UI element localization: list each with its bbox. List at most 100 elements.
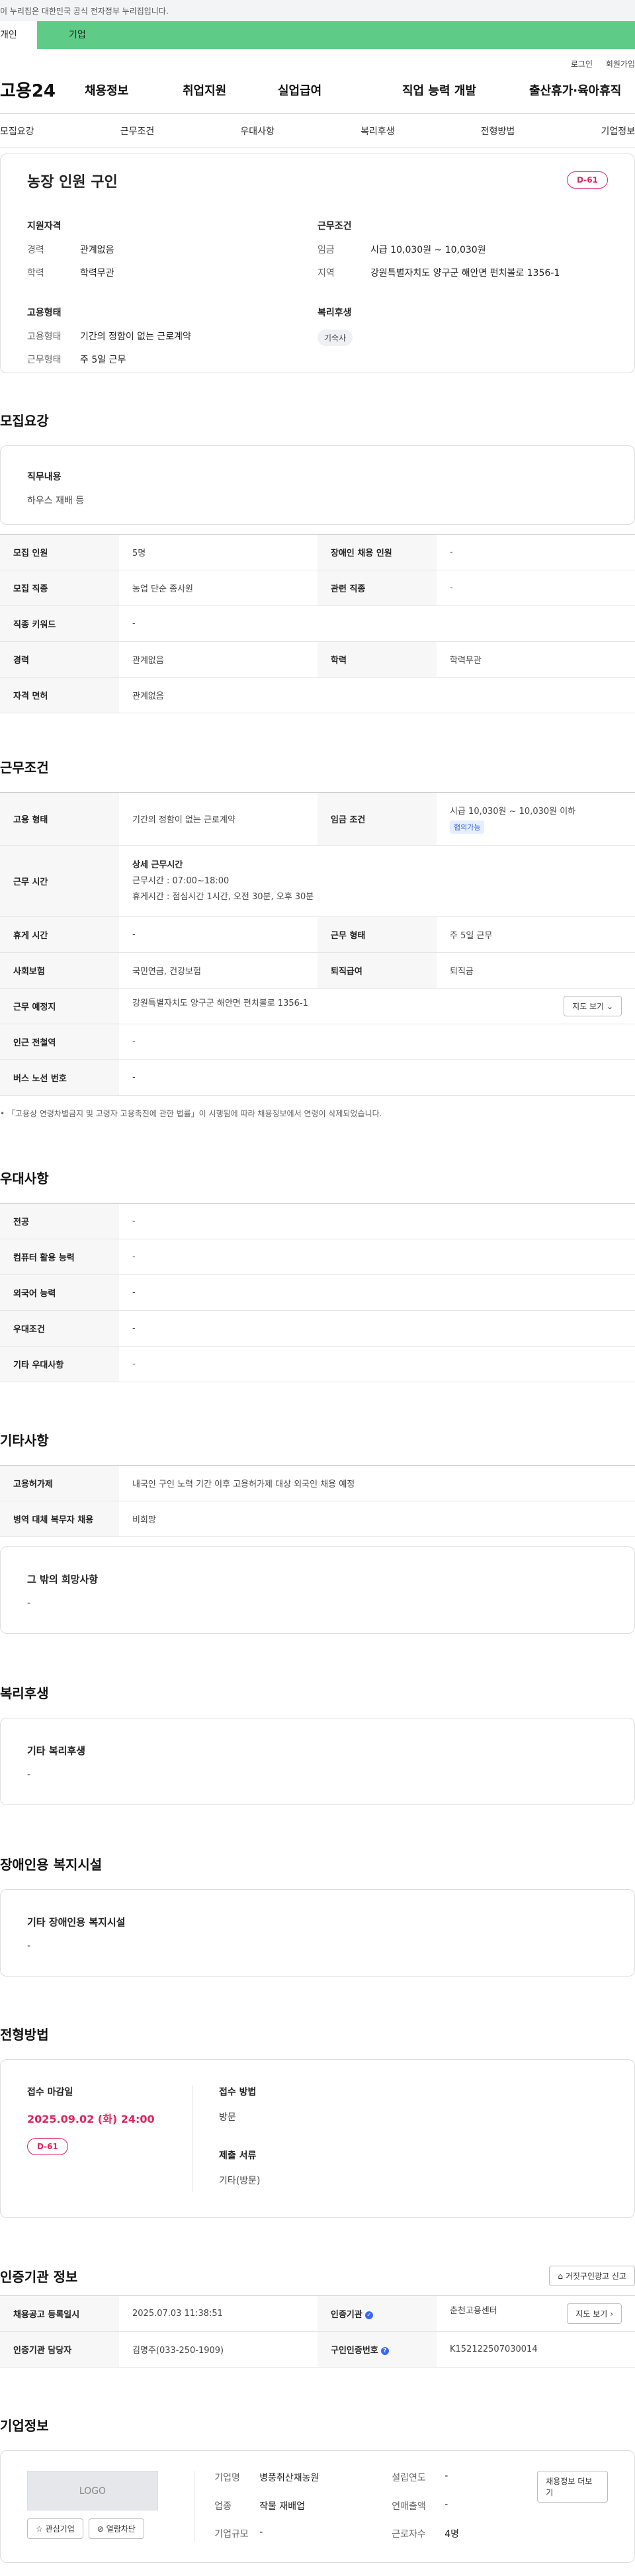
gnb-item-skills[interactable]: 직업 능력 개발 [402,81,529,99]
hours-title: 상세 근무시간 [132,860,183,870]
th: 근무 예정지 [0,988,119,1024]
info-icon[interactable]: ? [380,2346,389,2355]
cond-heading: 근무조건 [318,221,352,232]
table-row: 병역 대체 복무자 채용 비희망 [0,1501,635,1537]
tab-personal[interactable]: 개인 [0,21,37,49]
chevron-right-icon: › [610,2309,613,2319]
th: 컴퓨터 활용 능력 [0,1239,119,1275]
label: 근무형태 [27,355,62,365]
td: 춘천고용센터 지도 보기 › [437,2295,635,2332]
wage-value: 시급 10,030원 ~ 10,030원 이하 [450,807,576,817]
td: 퇴직금 [437,952,635,989]
section-title-etc: 기타사항 [0,1433,49,1448]
company-card: LOGO ☆ 관심기업 ⊘ 열람차단 기업명 병풍취산채농원 설립연도 - 업종 작물… [0,2450,635,2563]
dday-badge: D-61 [567,171,608,189]
label: 설립연도 [392,2473,426,2483]
place-value: 강원특별자치도 양구군 해안면 펀치볼로 1356-1 [132,999,308,1008]
info-icon[interactable]: ✓ [364,2311,373,2319]
anchor-selection[interactable]: 전형방법 [481,124,515,138]
agency-map-button[interactable]: 지도 보기 › [567,2303,622,2324]
value: 주 5일 근무 [80,355,126,365]
anchor-company[interactable]: 기업정보 [601,124,635,138]
table-row: 자격 면허 관계없음 [0,677,635,713]
td: 상세 근무시간 근무시간 : 07:00~18:00 휴게시간 : 점심시간 1… [119,845,635,917]
site-logo[interactable]: 고용24 [0,77,85,102]
welfare-heading: 복리후생 [318,308,352,318]
agency-table: 채용공고 등록일시 2025.07.03 11:38:51 인증기관 ✓ 춘천고용센… [0,2295,635,2368]
block-view-button[interactable]: ⊘ 열람차단 [88,2518,144,2539]
td: 농업 단순 종사원 [119,570,318,606]
anchor-recruit[interactable]: 모집요강 [0,124,34,138]
table-row: 모집 인원 5명 장애인 채용 인원 - [0,534,635,570]
work-table: 고용 형태 기간의 정함이 없는 근로계약 임금 조건 시급 10,030원 ~ … [0,792,635,1096]
td: - [437,534,635,570]
section-title-apply: 전형방법 [0,2027,49,2043]
company-jobs-button[interactable]: 채용정보 더보기 [537,2471,608,2503]
td: - [119,1274,635,1311]
gnb-item-jobs[interactable]: 채용정보 [85,81,183,99]
th: 경력 [0,641,119,678]
td: 시급 10,030원 ~ 10,030원 이하 협의가능 [437,792,635,846]
label: 기업규모 [214,2529,249,2540]
gnb-item-parental-leave[interactable]: 출산휴가·육아휴직 [529,81,621,99]
value: 기간의 정함이 없는 근로계약 [80,332,191,342]
docs-value: 기타(방문) [219,2176,261,2186]
anchor-work-conditions[interactable]: 근무조건 [120,124,155,138]
box-label: 기타 장애인용 복지시설 [27,1916,126,1928]
favorite-company-button[interactable]: ☆ 관심기업 [27,2518,83,2539]
table-row: 고용 형태 기간의 정함이 없는 근로계약 임금 조건 시급 10,030원 ~ … [0,792,635,846]
th: 인증기관 담당자 [0,2331,119,2368]
report-fake-ad-button[interactable]: ⌂ 거짓구인광고 신고 [549,2266,635,2286]
table-row: 직종 키워드 - [0,605,635,642]
label: 임금 [318,245,335,255]
label: 경력 [27,245,44,255]
td: 강원특별자치도 양구군 해안면 펀치볼로 1356-1 지도 보기 ⌄ [119,988,635,1024]
td: 학력무관 [437,641,635,678]
th: 고용허가제 [0,1465,119,1501]
td: - [119,605,635,642]
welfare-chip: 기숙사 [318,330,353,346]
age-notice: • 「고용상 연령차별금지 및 고령자 고용촉진에 관한 법률」이 시행됨에 따… [0,1109,382,1118]
value: 시급 10,030원 ~ 10,030원 [370,245,486,255]
method-value: 방문 [219,2112,236,2123]
table-row: 고용허가제 내국인 구인 노력 기간 이후 고용허가제 대상 외국인 채용 예정 [0,1465,635,1501]
duty-value: 하우스 재배 등 [27,496,85,506]
th: 근무 형태 [318,916,437,953]
table-row: 우대조건 - [0,1310,635,1347]
duty-label: 직무내용 [27,472,62,482]
td: 5명 [119,534,318,570]
td: - [119,916,318,953]
gnb-item-unemployment-benefit[interactable]: 실업급여 [278,81,402,99]
th: 사회보험 [0,952,119,989]
anchor-welfare[interactable]: 복리후생 [360,124,395,138]
signup-link[interactable]: 회원가입 [606,60,635,69]
td: K152122507030014 [437,2331,635,2368]
pref-table: 전공 - 컴퓨터 활용 능력 - 외국어 능력 - 우대조건 - 기타 우대사항 - [0,1203,635,1382]
section-title-agency: 인증기관 정보 [0,2269,78,2285]
th: 모집 직종 [0,570,119,606]
td: - [119,1059,635,1096]
th: 버스 노선 번호 [0,1059,119,1096]
anchor-preferences[interactable]: 우대사항 [240,124,275,138]
dday-badge: D-61 [27,2138,68,2155]
value: - [444,2471,448,2481]
td: 기간의 정함이 없는 근로계약 [119,792,318,846]
section-title-pref: 우대사항 [0,1171,49,1186]
login-link[interactable]: 로그인 [571,60,593,69]
td: 내국인 구인 노력 기간 이후 고용허가제 대상 외국인 채용 예정 [119,1465,635,1501]
emp-heading: 고용형태 [27,308,62,318]
tab-business[interactable]: 기업 [37,21,123,49]
value: 관계없음 [80,245,114,255]
box-label: 기타 복리후생 [27,1745,86,1757]
table-row: 사회보험 국민연금, 건강보험 퇴직급여 퇴직금 [0,952,635,989]
gnb-item-employment-support[interactable]: 취업지원 [183,81,278,99]
label: 지역 [318,268,335,279]
map-button[interactable]: 지도 보기 ⌄ [564,996,622,1016]
section-title-recruit: 모집요강 [0,413,49,429]
box-label: 그 밖의 희망사항 [27,1574,99,1585]
th: 직종 키워드 [0,605,119,642]
hours-line: 휴게시간 : 점심시간 1시간, 오전 30분, 오후 30분 [132,891,314,902]
hours-line: 근무시간 : 07:00~18:00 [132,875,230,886]
label: 기업명 [214,2473,240,2483]
th: 병역 대체 복무자 채용 [0,1501,119,1537]
